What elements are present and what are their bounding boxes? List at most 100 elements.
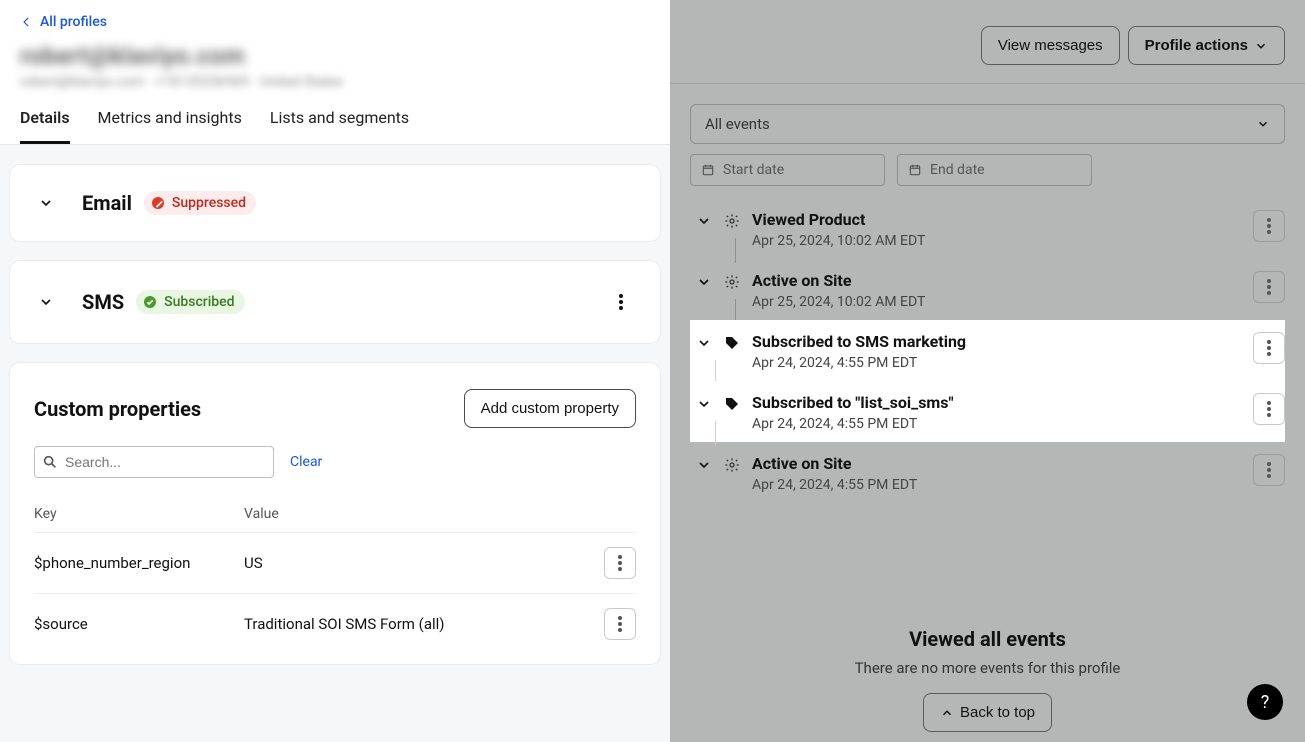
sms-options-button[interactable] <box>606 287 636 317</box>
event-options-button[interactable] <box>1253 210 1285 242</box>
event-expand-toggle[interactable] <box>696 396 712 412</box>
event-timestamp: Apr 24, 2024, 4:55 PM EDT <box>752 355 1253 371</box>
chevron-up-icon <box>940 706 954 720</box>
back-all-profiles-link[interactable]: All profiles <box>20 14 107 30</box>
prop-key: $source <box>34 594 244 655</box>
status-badge-suppressed: Suppressed <box>144 191 256 215</box>
event-options-button[interactable] <box>1253 271 1285 303</box>
left-panel: All profiles robert@klaviyo.com robert@k… <box>0 0 670 742</box>
tag-icon <box>724 396 740 416</box>
custom-props-table: Key Value $phone_number_region US $sourc… <box>34 496 636 654</box>
event-options-button[interactable] <box>1253 393 1285 425</box>
table-row: $source Traditional SOI SMS Form (all) <box>34 594 636 655</box>
back-label: All profiles <box>40 14 107 30</box>
events-footer: Viewed all events There are no more even… <box>690 607 1285 742</box>
event-text: Subscribed to "list_soi_sms" Apr 24, 2024… <box>752 393 1253 442</box>
end-date-input[interactable]: End date <box>897 154 1092 186</box>
event-date-range: Start date End date <box>690 154 1285 186</box>
tab-details[interactable]: Details <box>20 104 70 144</box>
start-date-input[interactable]: Start date <box>690 154 885 186</box>
status-text: Subscribed <box>164 294 234 310</box>
kebab-icon <box>619 294 623 310</box>
prop-value: Traditional SOI SMS Form (all) <box>244 594 576 655</box>
custom-props-clear-link[interactable]: Clear <box>290 454 322 470</box>
custom-props-search-input[interactable] <box>34 446 274 478</box>
right-body: All events Start date End date Viewed Pr… <box>670 84 1305 742</box>
custom-props-title: Custom properties <box>34 397 201 421</box>
event-options-button[interactable] <box>1253 454 1285 486</box>
event-timestamp: Apr 25, 2024, 10:02 AM EDT <box>752 233 1253 249</box>
event-title: Subscribed to "list_soi_sms" <box>752 393 1253 412</box>
profile-actions-button[interactable]: Profile actions <box>1128 26 1285 65</box>
add-custom-property-button[interactable]: Add custom property <box>464 389 636 428</box>
gear-icon <box>724 274 740 294</box>
expand-email-toggle[interactable] <box>34 191 58 215</box>
custom-props-search-wrap <box>34 446 274 478</box>
prop-key: $phone_number_region <box>34 533 244 594</box>
table-row: $phone_number_region US <box>34 533 636 594</box>
channel-card-email: Email Suppressed <box>10 165 660 241</box>
event-expand-toggle[interactable] <box>696 274 712 290</box>
event-filter-value: All events <box>705 115 770 133</box>
prop-row-options-button[interactable] <box>604 547 636 579</box>
chevron-down-icon <box>1254 39 1268 53</box>
event-row: Subscribed to SMS marketing Apr 24, 2024,… <box>690 320 1285 381</box>
chevron-down-icon <box>38 294 54 310</box>
view-messages-button[interactable]: View messages <box>981 26 1120 65</box>
event-type-filter[interactable]: All events <box>690 104 1285 144</box>
start-date-placeholder: Start date <box>723 162 784 178</box>
col-value: Value <box>244 496 576 533</box>
kebab-icon <box>618 555 622 571</box>
prop-value: US <box>244 533 576 594</box>
gear-icon <box>724 213 740 233</box>
event-timestamp: Apr 24, 2024, 4:55 PM EDT <box>752 416 1253 432</box>
left-header: All profiles robert@klaviyo.com robert@k… <box>0 0 670 145</box>
event-text: Active on Site Apr 25, 2024, 10:02 AM EDT <box>752 271 1253 320</box>
suppressed-icon <box>150 195 166 211</box>
event-expand-toggle[interactable] <box>696 335 712 351</box>
event-title: Viewed Product <box>752 210 1253 229</box>
back-to-top-button[interactable]: Back to top <box>923 693 1052 732</box>
event-timestamp: Apr 24, 2024, 4:55 PM EDT <box>752 477 1253 493</box>
profile-title-blurred: robert@klaviyo.com <box>20 42 650 70</box>
channel-sms-title: SMS <box>82 290 124 314</box>
chevron-down-icon <box>1256 117 1270 131</box>
event-row: Active on Site Apr 25, 2024, 10:02 AM EDT <box>690 259 1285 320</box>
event-title: Active on Site <box>752 271 1253 290</box>
event-expand-toggle[interactable] <box>696 213 712 229</box>
search-icon <box>42 454 58 470</box>
chevron-down-icon <box>38 195 54 211</box>
event-expand-toggle[interactable] <box>696 457 712 473</box>
tab-lists-segments[interactable]: Lists and segments <box>270 104 409 144</box>
event-row: Active on Site Apr 24, 2024, 4:55 PM EDT <box>690 442 1285 503</box>
event-options-button[interactable] <box>1253 332 1285 364</box>
tab-metrics[interactable]: Metrics and insights <box>98 104 242 144</box>
right-top-actions: View messages Profile actions <box>670 0 1305 84</box>
status-text: Suppressed <box>172 195 246 211</box>
event-timestamp: Apr 25, 2024, 10:02 AM EDT <box>752 294 1253 310</box>
right-panel: View messages Profile actions All events… <box>670 0 1305 742</box>
event-title: Subscribed to SMS marketing <box>752 332 1253 351</box>
event-row: Subscribed to "list_soi_sms" Apr 24, 2024… <box>690 381 1285 442</box>
event-title: Active on Site <box>752 454 1253 473</box>
calendar-icon <box>701 163 715 177</box>
profile-tabs: Details Metrics and insights Lists and s… <box>20 104 650 144</box>
col-key: Key <box>34 496 244 533</box>
event-text: Subscribed to SMS marketing Apr 24, 2024,… <box>752 332 1253 381</box>
channel-card-sms: SMS Subscribed <box>10 261 660 343</box>
end-date-placeholder: End date <box>930 162 985 178</box>
calendar-icon <box>908 163 922 177</box>
event-row: Viewed Product Apr 25, 2024, 10:02 AM EDT <box>690 198 1285 259</box>
channel-email-title: Email <box>82 191 132 215</box>
event-text: Viewed Product Apr 25, 2024, 10:02 AM EDT <box>752 210 1253 259</box>
events-footer-subtitle: There are no more events for this profil… <box>690 659 1285 677</box>
gear-icon <box>724 457 740 477</box>
expand-sms-toggle[interactable] <box>34 290 58 314</box>
custom-properties-card: Custom properties Add custom property Cl… <box>10 363 660 664</box>
subscribed-icon <box>142 294 158 310</box>
help-fab-button[interactable]: ? <box>1247 684 1283 720</box>
back-to-top-label: Back to top <box>960 704 1035 721</box>
arrow-left-icon <box>20 15 34 29</box>
left-content: Email Suppressed SMS Subscribed <box>0 145 670 742</box>
prop-row-options-button[interactable] <box>604 608 636 640</box>
